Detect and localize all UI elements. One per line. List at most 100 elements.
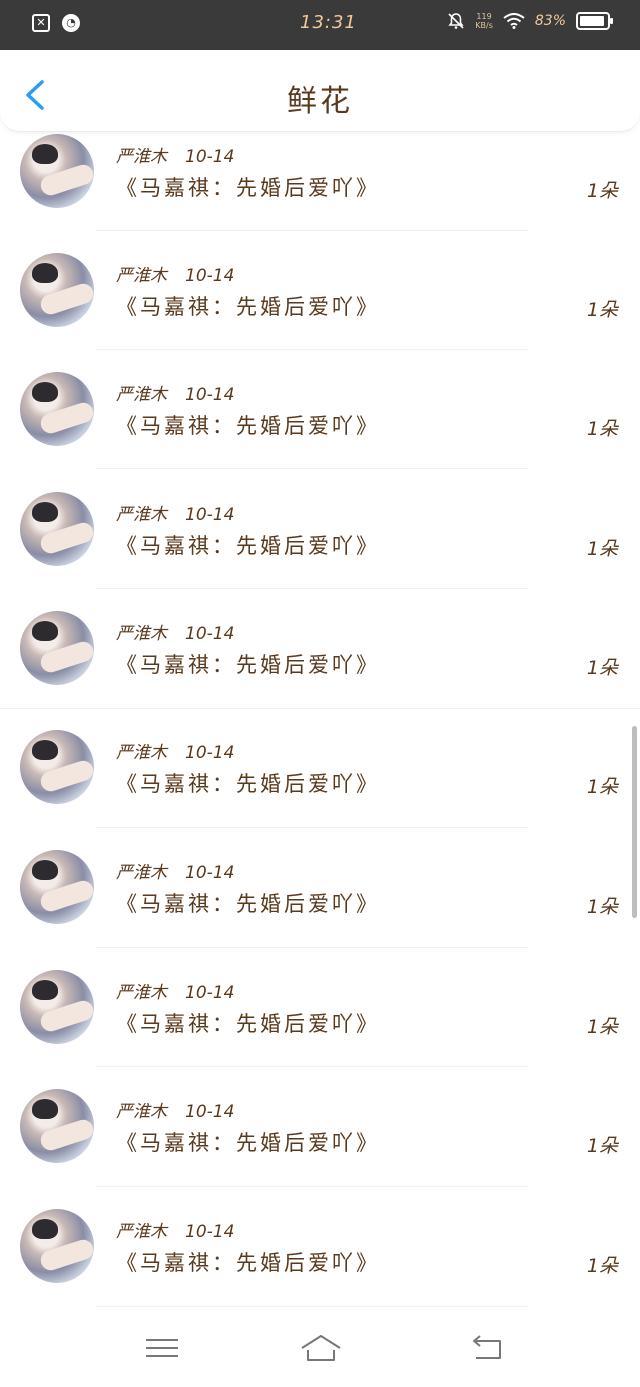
- item-meta: 严淮木 10-14: [116, 1217, 234, 1242]
- item-date: 10-14: [185, 505, 235, 525]
- book-title[interactable]: 《马嘉祺：先婚后爱吖》: [116, 768, 380, 798]
- system-nav-bar: [0, 1310, 640, 1387]
- avatar[interactable]: [20, 850, 94, 924]
- divider: [96, 827, 528, 828]
- flower-count: 1朵: [586, 1135, 618, 1157]
- list-item[interactable]: 严淮木 10-14 《马嘉祺：先婚后爱吖》 1朵: [0, 970, 640, 1090]
- bell-off-icon: [448, 13, 464, 29]
- list-item[interactable]: 严淮木 10-14 《马嘉祺：先婚后爱吖》 1朵: [0, 250, 640, 370]
- book-title[interactable]: 《马嘉祺：先婚后爱吖》: [116, 530, 380, 560]
- avatar[interactable]: [20, 611, 94, 685]
- divider: [96, 468, 528, 469]
- scrollbar-thumb[interactable]: [632, 726, 637, 918]
- avatar[interactable]: [20, 253, 94, 327]
- battery-percent: 83%: [534, 13, 566, 29]
- notification-x-icon: ✕: [32, 14, 50, 32]
- list-item[interactable]: 严淮木 10-14 《马嘉祺：先婚后爱吖》 1朵: [0, 730, 640, 850]
- item-date: 10-14: [185, 863, 235, 883]
- menu-icon[interactable]: [142, 1330, 182, 1366]
- list-item[interactable]: 严淮木 10-14 《马嘉祺：先婚后爱吖》 1朵: [0, 610, 640, 730]
- avatar[interactable]: [20, 372, 94, 446]
- item-meta: 严淮木 10-14: [116, 142, 234, 167]
- item-meta: 严淮木 10-14: [116, 978, 234, 1003]
- app-header: 鲜花: [0, 50, 640, 132]
- flower-count: 1朵: [586, 418, 618, 440]
- list-item[interactable]: 严淮木 10-14 《马嘉祺：先婚后爱吖》 1朵: [0, 850, 640, 970]
- divider: [0, 708, 640, 709]
- book-title[interactable]: 《马嘉祺：先婚后爱吖》: [116, 1008, 380, 1038]
- item-meta: 严淮木 10-14: [116, 738, 234, 763]
- author-name: 严淮木: [116, 385, 167, 405]
- flower-count: 1朵: [586, 896, 618, 918]
- item-date: 10-14: [185, 385, 235, 405]
- divider: [96, 349, 528, 350]
- author-name: 严淮木: [116, 266, 167, 286]
- author-name: 严淮木: [116, 505, 167, 525]
- item-date: 10-14: [185, 1222, 235, 1242]
- network-speed-value: 119: [476, 12, 492, 21]
- author-name: 严淮木: [116, 1102, 167, 1122]
- book-title[interactable]: 《马嘉祺：先婚后爱吖》: [116, 291, 380, 321]
- item-meta: 严淮木 10-14: [116, 261, 234, 286]
- avatar[interactable]: [20, 730, 94, 804]
- flower-count: 1朵: [586, 180, 618, 202]
- avatar[interactable]: [20, 1089, 94, 1163]
- divider: [96, 588, 528, 589]
- avatar[interactable]: [20, 492, 94, 566]
- item-date: 10-14: [185, 624, 235, 644]
- flower-count: 1朵: [586, 538, 618, 560]
- list-item[interactable]: 严淮木 10-14 《马嘉祺：先婚后爱吖》 1朵: [0, 490, 640, 610]
- home-icon[interactable]: [299, 1330, 343, 1366]
- item-date: 10-14: [185, 147, 235, 167]
- divider: [96, 947, 528, 948]
- item-date: 10-14: [185, 1102, 235, 1122]
- divider: [96, 1306, 528, 1307]
- item-meta: 严淮木 10-14: [116, 858, 234, 883]
- flower-record-list[interactable]: 严淮木 10-14 《马嘉祺：先婚后爱吖》 1朵 严淮木 10-14 《马嘉祺：先婚…: [0, 130, 640, 1310]
- book-title[interactable]: 《马嘉祺：先婚后爱吖》: [116, 410, 380, 440]
- speedometer-icon: ◔: [62, 14, 80, 32]
- item-meta: 严淮木 10-14: [116, 619, 234, 644]
- book-title[interactable]: 《马嘉祺：先婚后爱吖》: [116, 1247, 380, 1277]
- network-speed-unit: KB/s: [475, 21, 493, 30]
- item-date: 10-14: [185, 983, 235, 1003]
- flower-count: 1朵: [586, 1255, 618, 1277]
- flower-count: 1朵: [586, 1016, 618, 1038]
- back-icon[interactable]: [468, 1330, 508, 1366]
- divider: [96, 1066, 528, 1067]
- divider: [96, 230, 528, 231]
- flower-count: 1朵: [586, 657, 618, 679]
- divider: [96, 1186, 528, 1187]
- author-name: 严淮木: [116, 1222, 167, 1242]
- item-meta: 严淮木 10-14: [116, 1097, 234, 1122]
- author-name: 严淮木: [116, 624, 167, 644]
- list-item[interactable]: 严淮木 10-14 《马嘉祺：先婚后爱吖》 1朵: [0, 1209, 640, 1310]
- item-date: 10-14: [185, 266, 235, 286]
- flower-count: 1朵: [586, 299, 618, 321]
- item-meta: 严淮木 10-14: [116, 380, 234, 405]
- status-time: 13:31: [300, 12, 357, 33]
- book-title[interactable]: 《马嘉祺：先婚后爱吖》: [116, 172, 380, 202]
- list-item[interactable]: 严淮木 10-14 《马嘉祺：先婚后爱吖》 1朵: [0, 1089, 640, 1210]
- status-right-icons: 119 KB/s 83%: [447, 12, 613, 30]
- avatar[interactable]: [20, 1209, 94, 1283]
- battery-icon: [576, 12, 613, 30]
- book-title[interactable]: 《马嘉祺：先婚后爱吖》: [116, 888, 380, 918]
- avatar[interactable]: [20, 970, 94, 1044]
- item-meta: 严淮木 10-14: [116, 500, 234, 525]
- status-bar: ✕ ◔ 13:31 119 KB/s 83%: [0, 0, 640, 50]
- author-name: 严淮木: [116, 743, 167, 763]
- status-left-icons: ✕ ◔: [32, 14, 80, 32]
- page-title: 鲜花: [287, 84, 353, 119]
- wifi-icon: [503, 13, 525, 29]
- item-date: 10-14: [185, 743, 235, 763]
- list-item[interactable]: 严淮木 10-14 《马嘉祺：先婚后爱吖》 1朵: [0, 370, 640, 490]
- flower-count: 1朵: [586, 776, 618, 798]
- avatar[interactable]: [20, 134, 94, 208]
- book-title[interactable]: 《马嘉祺：先婚后爱吖》: [116, 1127, 380, 1157]
- author-name: 严淮木: [116, 147, 167, 167]
- list-item[interactable]: 严淮木 10-14 《马嘉祺：先婚后爱吖》 1朵: [0, 130, 640, 250]
- book-title[interactable]: 《马嘉祺：先婚后爱吖》: [116, 649, 380, 679]
- author-name: 严淮木: [116, 863, 167, 883]
- network-speed: 119 KB/s: [475, 12, 493, 30]
